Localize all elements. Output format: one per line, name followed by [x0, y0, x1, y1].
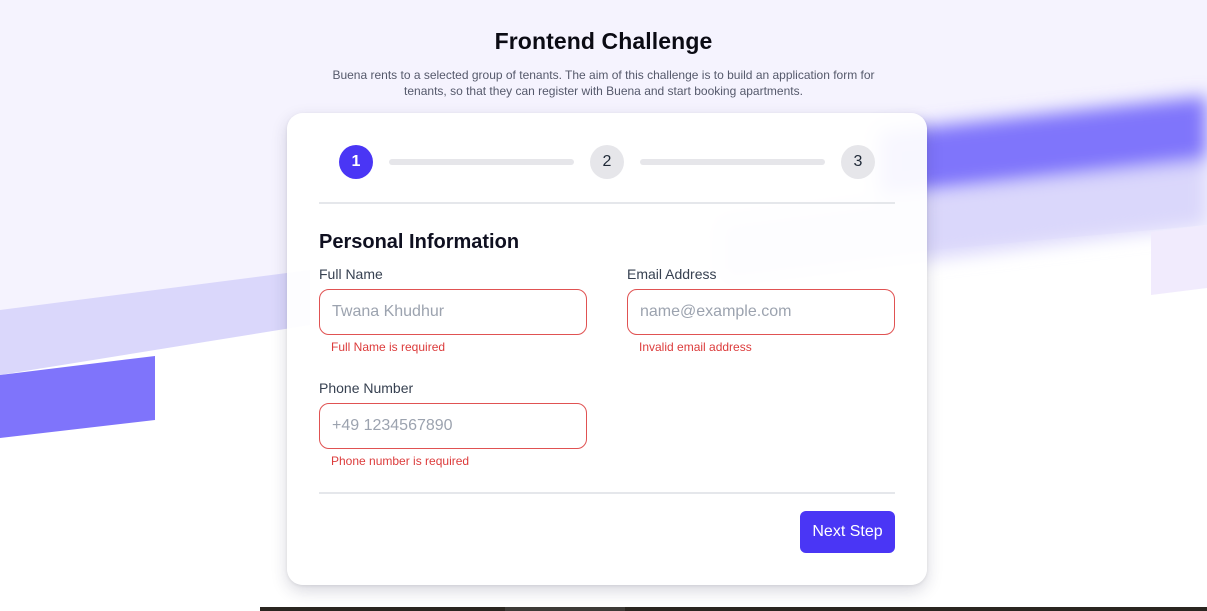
- page-subtitle: Buena rents to a selected group of tenan…: [332, 68, 875, 98]
- full-name-error: Full Name is required: [331, 340, 446, 354]
- phone-input[interactable]: [319, 403, 587, 449]
- bg-block-right: [1151, 225, 1207, 295]
- stepper-divider: [319, 202, 895, 204]
- step-connector-1: [389, 159, 574, 165]
- step-2[interactable]: 2: [590, 145, 624, 179]
- page-header: Frontend Challenge Buena rents to a sele…: [0, 28, 1207, 99]
- section-title: Personal Information: [319, 231, 520, 253]
- application-form-card: 1 2 3 Personal Information Full Name Ful…: [287, 113, 927, 585]
- phone-label: Phone Number: [319, 380, 414, 396]
- page-title: Frontend Challenge: [494, 28, 713, 54]
- email-label: Email Address: [627, 266, 717, 282]
- email-error: Invalid email address: [639, 340, 752, 354]
- full-name-label: Full Name: [319, 266, 383, 282]
- footer-divider: [319, 492, 895, 494]
- next-step-button[interactable]: Next Step: [800, 511, 895, 553]
- phone-error: Phone number is required: [331, 454, 470, 468]
- bottom-strip-segment: [505, 607, 625, 611]
- step-connector-2: [640, 159, 825, 165]
- full-name-input[interactable]: [319, 289, 587, 335]
- stepper: 1 2 3: [339, 145, 875, 179]
- bottom-strip: [260, 607, 1207, 611]
- step-1[interactable]: 1: [339, 145, 373, 179]
- email-input[interactable]: [627, 289, 895, 335]
- step-3[interactable]: 3: [841, 145, 875, 179]
